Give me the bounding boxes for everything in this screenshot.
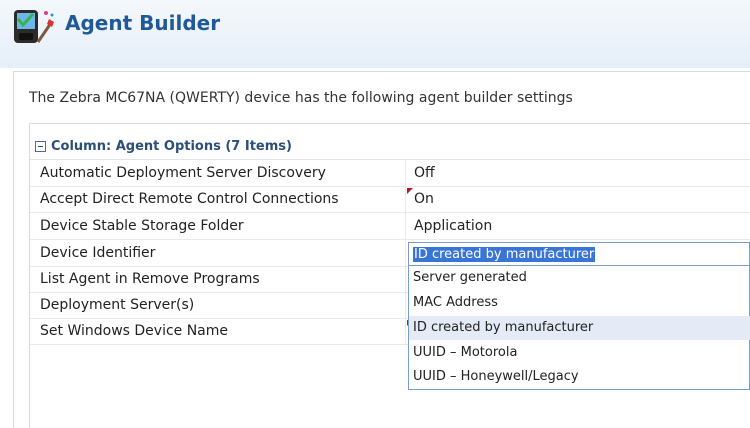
setting-label: Accept Direct Remote Control Connections: [40, 191, 339, 207]
collapse-minus-icon[interactable]: [35, 141, 46, 152]
page-title: Agent Builder: [65, 11, 221, 35]
dropdown-option-uuid-honeywell-legacy[interactable]: UUID – Honeywell/Legacy: [409, 365, 750, 389]
setting-value[interactable]: Application: [414, 218, 492, 234]
setting-row-storage-folder[interactable]: Device Stable Storage Folder Application: [30, 213, 750, 240]
device-identifier-dropdown[interactable]: Server generated MAC Address ID created …: [408, 266, 750, 390]
setting-label: Deployment Server(s): [40, 297, 195, 313]
column-group-title: Column: Agent Options (7 Items): [51, 139, 292, 154]
column-group-header[interactable]: Column: Agent Options (7 Items): [30, 134, 750, 160]
dropdown-option-server-generated[interactable]: Server generated: [409, 266, 750, 290]
setting-label: Set Windows Device Name: [40, 323, 229, 339]
dropdown-option-mac-address[interactable]: MAC Address: [409, 291, 750, 315]
setting-value[interactable]: Off: [414, 165, 435, 181]
dropdown-option-uuid-motorola[interactable]: UUID – Motorola: [409, 341, 750, 365]
setting-row-remote-control[interactable]: Accept Direct Remote Control Connections…: [30, 186, 750, 213]
setting-value[interactable]: On: [414, 191, 434, 207]
setting-label: Device Stable Storage Folder: [40, 218, 244, 234]
setting-label: Device Identifier: [40, 245, 156, 261]
changed-flag-icon: [407, 188, 413, 194]
setting-row-automatic-discovery[interactable]: Automatic Deployment Server Discovery Of…: [30, 160, 750, 187]
intro-text: The Zebra MC67NA (QWERTY) device has the…: [29, 90, 573, 106]
page-header: Agent Builder: [0, 0, 750, 68]
device-identifier-select[interactable]: ID created by manufacturer: [408, 242, 750, 266]
setting-label: List Agent in Remove Programs: [40, 271, 260, 287]
setting-label: Automatic Deployment Server Discovery: [40, 165, 326, 181]
agent-builder-icon: [14, 10, 54, 43]
dropdown-option-id-by-manufacturer[interactable]: ID created by manufacturer: [409, 316, 750, 340]
device-identifier-selected-value: ID created by manufacturer: [413, 247, 596, 262]
